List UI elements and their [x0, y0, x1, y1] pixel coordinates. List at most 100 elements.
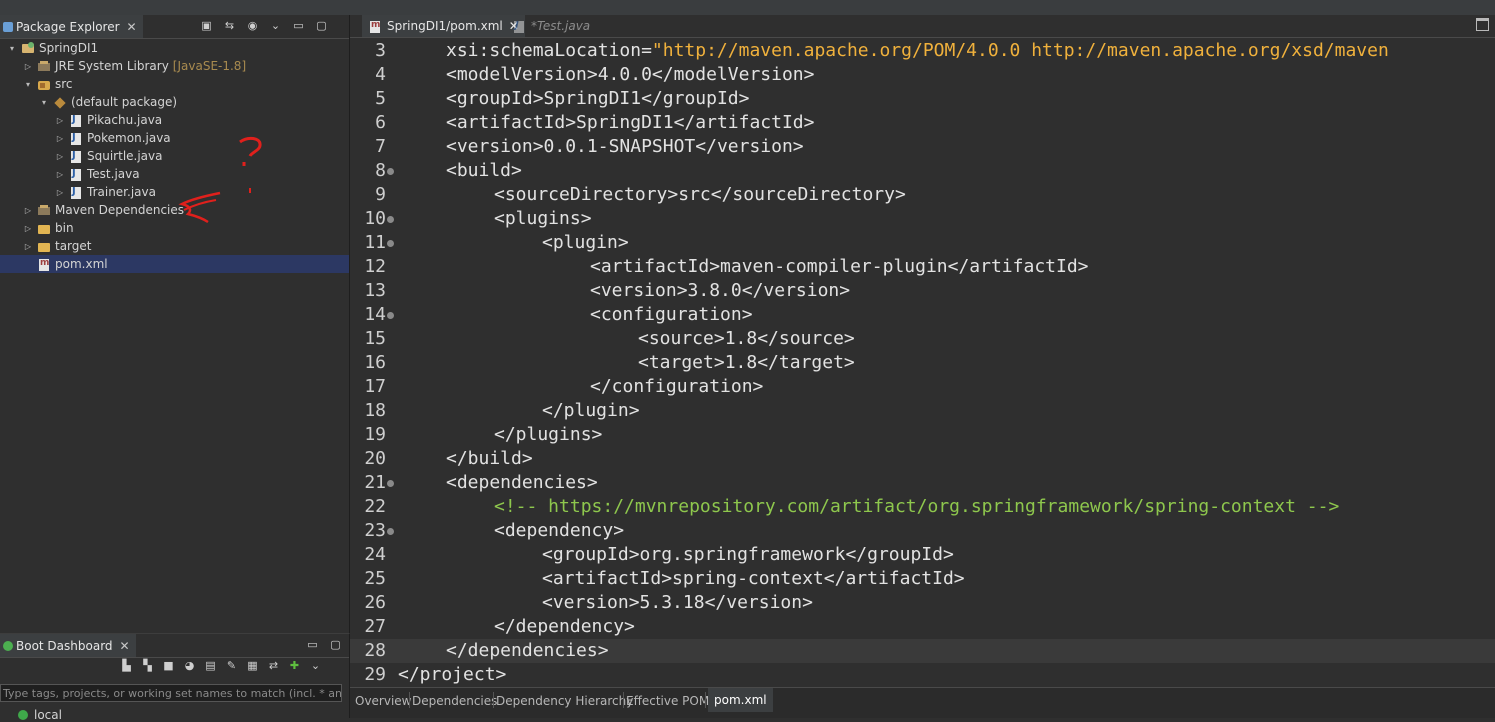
collapse-arrow-icon[interactable]: ▷: [24, 224, 32, 233]
code-line[interactable]: 3 xsi:schemaLocation="http://maven.apache…: [350, 39, 1495, 63]
code-line[interactable]: 13 <version>3.8.0</version>: [350, 279, 1495, 303]
fold-marker-icon[interactable]: [387, 312, 394, 319]
collapse-arrow-icon[interactable]: ▷: [56, 152, 64, 161]
code-line[interactable]: 12 <artifactId>maven-compiler-plugin</art…: [350, 255, 1495, 279]
focus-icon[interactable]: ◉: [246, 19, 259, 32]
code-area[interactable]: 3 xsi:schemaLocation="http://maven.apache…: [350, 39, 1495, 687]
editor-page-tab[interactable]: pom.xml: [708, 688, 773, 712]
code-line[interactable]: 21 <dependencies>: [350, 471, 1495, 495]
expand-arrow-icon[interactable]: ▾: [8, 44, 16, 53]
fold-marker-icon[interactable]: [387, 528, 394, 535]
collapse-all-icon[interactable]: ▣: [200, 19, 213, 32]
collapse-arrow-icon[interactable]: ▷: [56, 116, 64, 125]
tree-item[interactable]: ▾ (default package): [0, 93, 349, 111]
code-line[interactable]: 5 <groupId>SpringDI1</groupId>: [350, 87, 1495, 111]
code-text: </build>: [446, 447, 533, 471]
editor-page-tab[interactable]: Overview: [355, 694, 412, 708]
properties-icon[interactable]: ▦: [246, 659, 259, 672]
fold-marker-icon[interactable]: [387, 168, 394, 175]
tree-item[interactable]: ▷ target: [0, 237, 349, 255]
console-icon[interactable]: ▤: [204, 659, 217, 672]
collapse-arrow-icon[interactable]: ▷: [56, 134, 64, 143]
line-number: 5: [375, 88, 386, 109]
code-line[interactable]: 7 <version>0.0.1-SNAPSHOT</version>: [350, 135, 1495, 159]
tree-item[interactable]: ▷ Pikachu.java: [0, 111, 349, 129]
code-line[interactable]: 24 <groupId>org.springframework</groupId>: [350, 543, 1495, 567]
code-line[interactable]: 25 <artifactId>spring-context</artifactId…: [350, 567, 1495, 591]
stop-icon[interactable]: ■: [162, 659, 175, 672]
close-icon[interactable]: ✕: [127, 20, 137, 34]
maximize-icon[interactable]: ▢: [315, 19, 328, 32]
code-line[interactable]: 28 </dependencies>: [350, 639, 1495, 663]
boot-filter-input[interactable]: Type tags, projects, or working set name…: [0, 684, 342, 702]
editor-page-tab[interactable]: Dependency Hierarchy: [496, 694, 633, 708]
maximize-icon[interactable]: [1476, 18, 1489, 31]
editor-page-tab[interactable]: Dependencies: [412, 694, 497, 708]
open-browser-icon[interactable]: ◕: [183, 659, 196, 672]
editor-page-tab[interactable]: Effective POM: [626, 694, 709, 708]
code-line[interactable]: 4 <modelVersion>4.0.0</modelVersion>: [350, 63, 1495, 87]
collapse-arrow-icon[interactable]: ▷: [24, 206, 32, 215]
tab-test-java[interactable]: *Test.java: [506, 15, 596, 37]
collapse-arrow-icon[interactable]: ▷: [56, 170, 64, 179]
tab-pom-xml[interactable]: SpringDI1/pom.xml ✕: [362, 15, 525, 37]
code-line[interactable]: 11 <plugin>: [350, 231, 1495, 255]
code-line[interactable]: 9 <sourceDirectory>src</sourceDirectory>: [350, 183, 1495, 207]
debug-icon[interactable]: ▚: [141, 659, 154, 672]
start-icon[interactable]: ▙: [120, 659, 133, 672]
edit-icon[interactable]: ✎: [225, 659, 238, 672]
minimize-icon[interactable]: ▭: [292, 19, 305, 32]
tree-item-label: target: [55, 239, 92, 253]
code-line[interactable]: 22 <!-- https://mvnrepository.com/artifac…: [350, 495, 1495, 519]
tree-item[interactable]: ▾ SpringDI1: [0, 39, 349, 57]
code-line[interactable]: 23 <dependency>: [350, 519, 1495, 543]
fold-marker-icon[interactable]: [387, 216, 394, 223]
java-file-icon: [69, 168, 83, 181]
close-icon[interactable]: ✕: [120, 639, 130, 653]
line-number: 13: [364, 280, 386, 301]
expand-arrow-icon[interactable]: ▾: [40, 98, 48, 107]
code-line[interactable]: 16 <target>1.8</target>: [350, 351, 1495, 375]
fold-marker-icon[interactable]: [387, 240, 394, 247]
code-line[interactable]: 18 </plugin>: [350, 399, 1495, 423]
code-token: </source>: [757, 328, 855, 349]
code-line[interactable]: 8 <build>: [350, 159, 1495, 183]
maximize-icon[interactable]: ▢: [329, 638, 342, 651]
collapse-arrow-icon[interactable]: ▷: [56, 188, 64, 197]
code-line[interactable]: 19 </plugins>: [350, 423, 1495, 447]
tab-boot-dashboard[interactable]: Boot Dashboard ✕: [0, 634, 136, 657]
code-line[interactable]: 10 <plugins>: [350, 207, 1495, 231]
expose-icon[interactable]: ⇄: [267, 659, 280, 672]
source-folder-icon: [37, 78, 51, 91]
link-with-editor-icon[interactable]: ⇆: [223, 19, 236, 32]
code-line[interactable]: 27 </dependency>: [350, 615, 1495, 639]
tree-item[interactable]: ▷ JRE System Library [JavaSE-1.8]: [0, 57, 349, 75]
collapse-arrow-icon[interactable]: ▷: [24, 62, 32, 71]
expand-arrow-icon[interactable]: ▾: [24, 80, 32, 89]
code-text: <version>0.0.1-SNAPSHOT</version>: [446, 135, 804, 159]
minimize-icon[interactable]: ▭: [306, 638, 319, 651]
tree-item[interactable]: pom.xml: [0, 255, 349, 273]
code-line[interactable]: 6 <artifactId>SpringDI1</artifactId>: [350, 111, 1495, 135]
tab-package-explorer[interactable]: Package Explorer ✕: [0, 15, 143, 38]
chevron-down-icon[interactable]: ⌄: [309, 659, 322, 672]
boot-local-item[interactable]: local: [18, 708, 62, 722]
package-explorer-tabbar: Package Explorer ✕ ▣ ⇆ ◉ ⌄ ▭ ▢: [0, 15, 349, 39]
editor-page-tabs: Overview Dependencies Dependency Hierarchy…: [350, 687, 1495, 718]
collapse-arrow-icon[interactable]: ▷: [24, 242, 32, 251]
code-line[interactable]: 15 <source>1.8</source>: [350, 327, 1495, 351]
tab-separator: [705, 692, 706, 708]
code-line[interactable]: 20 </build>: [350, 447, 1495, 471]
chevron-down-icon[interactable]: ⌄: [269, 19, 282, 32]
line-number: 23: [364, 520, 386, 541]
code-line[interactable]: 17 </configuration>: [350, 375, 1495, 399]
code-token: </project>: [398, 664, 507, 685]
code-line[interactable]: 26 <version>5.3.18</version>: [350, 591, 1495, 615]
code-line[interactable]: 14 <configuration>: [350, 303, 1495, 327]
tree-item[interactable]: ▾ src: [0, 75, 349, 93]
java-file-icon: [69, 186, 83, 199]
fold-marker-icon[interactable]: [387, 480, 394, 487]
add-icon[interactable]: ✚: [288, 659, 301, 672]
code-text: <configuration>: [590, 303, 753, 327]
code-line[interactable]: 29 </project>: [350, 663, 1495, 687]
